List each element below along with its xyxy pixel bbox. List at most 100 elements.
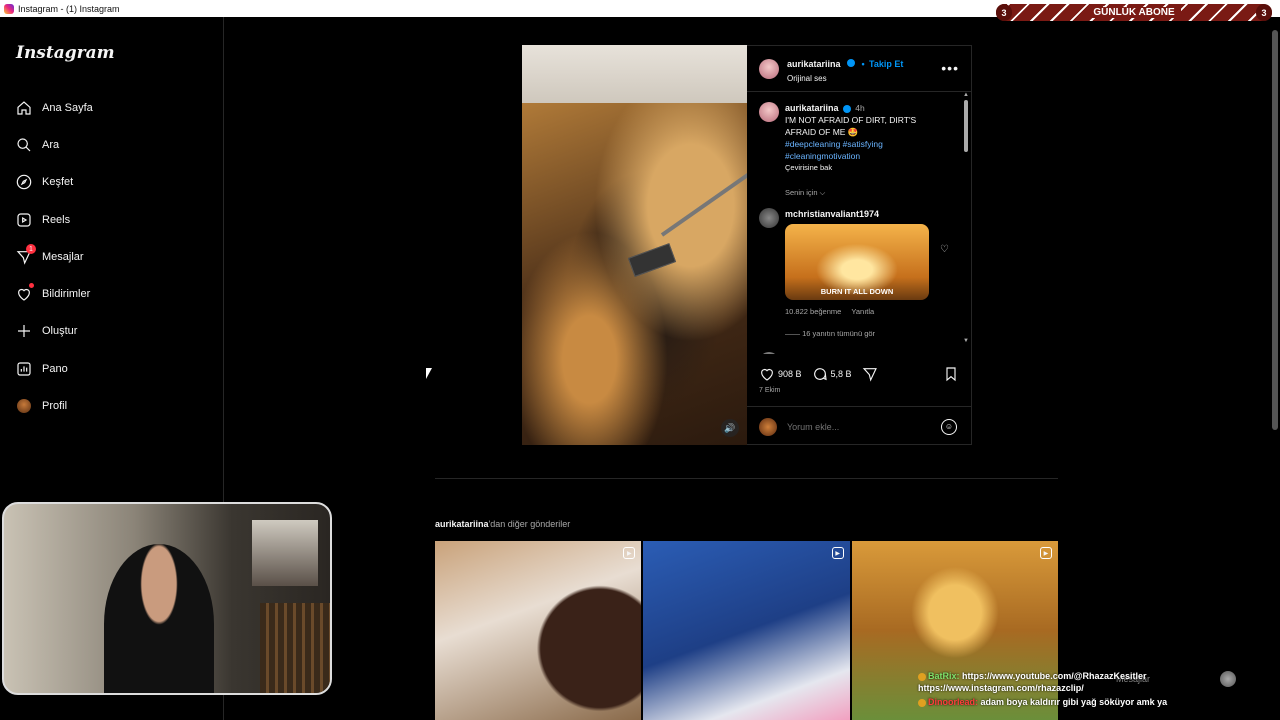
search-icon (16, 137, 32, 153)
chat-badge-icon (918, 698, 926, 707)
sidebar-item-label: Ara (42, 138, 60, 151)
banner-left-count: 3 (996, 4, 1012, 21)
commenter-username[interactable]: nancyshad (785, 353, 832, 354)
like-button[interactable]: 908 B (759, 366, 802, 382)
sidebar-item-label: Ana Sayfa (42, 101, 93, 114)
chat-text: adam boya kaldırır gibi yağ söküyor amk … (980, 697, 1168, 707)
follow-separator: • (861, 59, 865, 69)
comment-icon (813, 368, 827, 381)
scroll-thumb[interactable] (964, 100, 968, 152)
webcam-streamer (104, 544, 214, 693)
sidebar-item-label: Bildirimler (42, 288, 91, 301)
post-actions: 908 B 5,8 B (759, 364, 959, 384)
more-post-tile[interactable]: ▶ (435, 541, 642, 720)
heart-icon (761, 368, 773, 381)
reel-icon: ▶ (623, 547, 636, 559)
sidebar-item-reels[interactable]: Reels (0, 201, 224, 238)
gif-caption: BURN IT ALL DOWN (820, 287, 894, 296)
webcam-pip (252, 520, 318, 586)
bookmark-icon[interactable] (943, 366, 959, 382)
author-username[interactable]: aurikatariina (787, 59, 841, 69)
window-title: Instagram - (1) Instagram (18, 3, 120, 14)
commenter-username[interactable]: mchristianvaliant1974 (785, 209, 879, 219)
comment-row: nancyshad 4h (759, 352, 959, 354)
mouse-cursor-icon (426, 368, 432, 379)
replies-line: —— (785, 329, 800, 338)
webcam-overlay (2, 502, 332, 695)
page-scrollbar[interactable] (1272, 30, 1278, 430)
reply-button[interactable]: Yanıtla (851, 307, 874, 316)
section-divider (435, 478, 1058, 479)
comments-list[interactable]: aurikatariina 4h I'M NOT AFRAID OF DIRT,… (747, 92, 971, 354)
sidebar-item-messages[interactable]: 1 Mesajlar (0, 238, 224, 275)
likes-count[interactable]: 908 B (778, 369, 802, 379)
sidebar-item-label: Keşfet (42, 176, 74, 189)
sidebar-item-search[interactable]: Ara (0, 126, 224, 163)
share-button[interactable] (862, 366, 878, 382)
sidebar-item-label: Reels (42, 213, 71, 226)
caption-hashtags[interactable]: #deepcleaning #satisfying #cleaningmotiv… (785, 138, 935, 162)
commenter-avatar[interactable] (759, 208, 779, 228)
current-user-avatar (759, 417, 777, 436)
comments-count: 5,8 B (830, 369, 852, 379)
audio-label[interactable]: Orijinal ses (787, 74, 903, 83)
scroll-down-icon[interactable]: ▼ (963, 338, 969, 344)
sidebar-nav: Ana Sayfa Ara Keşfet Reels 1 Mesajlar Bi… (0, 89, 224, 425)
follow-button[interactable]: Takip Et (869, 59, 903, 69)
reels-icon (16, 212, 32, 228)
post-date: 7 Ekim (759, 387, 781, 394)
view-replies[interactable]: —— 16 yanıtın tümünü gör (785, 328, 935, 340)
caption-username[interactable]: aurikatariina (785, 103, 839, 113)
comment-filter[interactable]: Senin için ⌵ (785, 188, 959, 198)
scroll-up-icon[interactable]: ▲ (963, 92, 969, 98)
caption-avatar[interactable] (759, 102, 779, 122)
chevron-down-icon: ⌵ (819, 188, 826, 197)
more-options-icon[interactable]: ••• (941, 60, 959, 76)
home-icon (16, 100, 32, 116)
sidebar-item-home[interactable]: Ana Sayfa (0, 89, 224, 126)
caption-text: I'M NOT AFRAID OF DIRT, DIRT'S AFRAID OF… (785, 115, 917, 137)
commenter-avatar[interactable] (759, 352, 779, 354)
plus-icon (16, 323, 32, 339)
sidebar-item-label: Mesajlar (42, 250, 84, 263)
add-comment-input[interactable]: Yorum ekle... (787, 422, 941, 432)
sidebar-item-explore[interactable]: Keşfet (0, 164, 224, 201)
sidebar-item-profile[interactable]: Profil (0, 387, 224, 424)
more-posts-suffix: 'dan diğer gönderiler (488, 519, 571, 529)
instagram-logo[interactable]: Instagram (16, 43, 115, 63)
comment-like-icon[interactable]: ♡ (940, 244, 949, 255)
more-posts-username[interactable]: aurikatariina (435, 519, 489, 529)
sidebar-item-dashboard[interactable]: Pano (0, 350, 224, 387)
reel-icon: ▶ (831, 547, 844, 559)
chat-message: BatRix: https://www.youtube.com/@RhazazK… (918, 670, 1218, 694)
share-icon (862, 368, 877, 382)
dashboard-icon (16, 361, 32, 377)
sidebar-item-label: Pano (42, 362, 68, 375)
comment-button[interactable]: 5,8 B (812, 366, 852, 382)
comment-gif: BURN IT ALL DOWN (785, 224, 929, 300)
comment-time: 4h (834, 353, 843, 354)
sidebar-item-create[interactable]: Oluştur (0, 313, 224, 350)
instagram-favicon-icon (4, 3, 14, 14)
reel-icon: ▶ (1039, 547, 1052, 559)
translate-link[interactable]: Çevirisine bak (785, 162, 935, 174)
comments-scrollbar[interactable]: ▲ ▼ (963, 92, 969, 354)
more-posts-heading: aurikatariina'dan diğer gönderiler (435, 519, 570, 529)
volume-icon[interactable]: 🔊 (721, 419, 739, 437)
notification-dot (29, 283, 34, 289)
author-avatar[interactable] (759, 58, 779, 79)
profile-avatar (16, 398, 32, 414)
caption-row: aurikatariina 4h I'M NOT AFRAID OF DIRT,… (759, 102, 959, 174)
more-post-tile[interactable]: ▶ (643, 541, 850, 720)
post-video[interactable]: 🔊 (522, 45, 747, 445)
chat-message: Dinoorlead: adam boya kaldırır gibi yağ … (918, 696, 1218, 708)
webcam-shelf (260, 603, 330, 693)
caption-time: 4h (855, 103, 865, 113)
chat-username: BatRix: (928, 671, 960, 681)
sidebar-item-label: Oluştur (42, 325, 78, 338)
sidebar-item-notifications[interactable]: Bildirimler (0, 275, 224, 312)
compass-icon (16, 174, 32, 190)
comment-row: mchristianvaliant1974 BURN IT ALL DOWN 1… (759, 208, 959, 340)
comment-likes[interactable]: 10.822 beğenme (785, 307, 841, 316)
emoji-icon[interactable]: ☺ (941, 418, 957, 435)
